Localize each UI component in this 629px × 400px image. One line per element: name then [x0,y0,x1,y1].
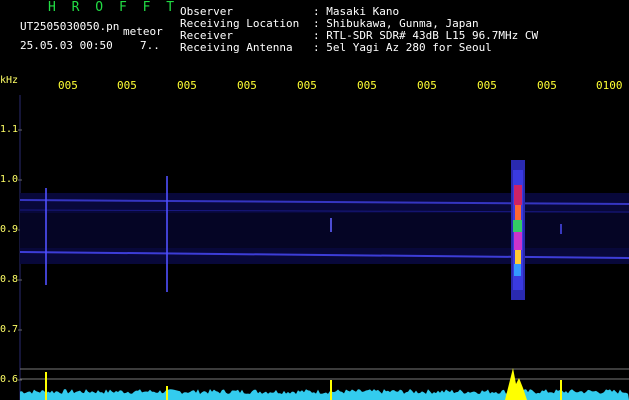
meta-value-receiver: : RTL-SDR SDR# 43dB L15 96.7MHz CW [313,29,539,42]
power-noise-trace [20,389,629,400]
x-tick-label: 005 [297,79,317,92]
app-title: H R O F F T [48,0,179,15]
y-tick-label: 1.0 [0,174,19,185]
y-tick-label: 0.6 [0,374,19,385]
meta-label-receiver: Receiver [180,29,233,42]
meta-label-antenna: Receiving Antenna [180,41,293,54]
meta-label-observer: Observer [180,5,233,18]
power-noise-fill [20,389,629,400]
x-tick-label: 005 [357,79,377,92]
meta-value-observer: : Masaki Kano [313,5,400,18]
noise-band-mid [20,213,629,248]
x-tick-label: 005 [477,79,497,92]
date-time: 25.05.03 00:50 [20,39,113,52]
detection-type: meteor [123,25,163,38]
x-tick-label: 005 [237,79,257,92]
x-tick-label: 005 [58,79,78,92]
y-tick-label: 0.7 [0,324,19,335]
x-tick-label: 0100 [596,79,623,92]
meteor-echo [511,160,525,300]
x-tick-label: 005 [417,79,437,92]
spectrogram [18,95,629,400]
meta-value-location: : Shibukawa, Gunma, Japan [313,17,479,30]
x-tick-label: 005 [177,79,197,92]
y-tick-label: 0.9 [0,224,19,235]
y-tick-label: 1.1 [0,124,19,135]
x-tick-label: 005 [537,79,557,92]
extra-info: 7.. [140,39,160,52]
file-name: UT2505030050.pn [20,20,120,33]
x-tick-label: 005 [117,79,137,92]
y-tick-label: 0.8 [0,274,19,285]
meta-label-location: Receiving Location [180,17,300,30]
hrofft-window: H R O F F T UT2505030050.pn meteor 25.05… [0,0,629,400]
meta-value-antenna: : 5el Yagi Az 280 for Seoul [313,41,492,54]
y-axis-unit: kHz [0,75,19,86]
